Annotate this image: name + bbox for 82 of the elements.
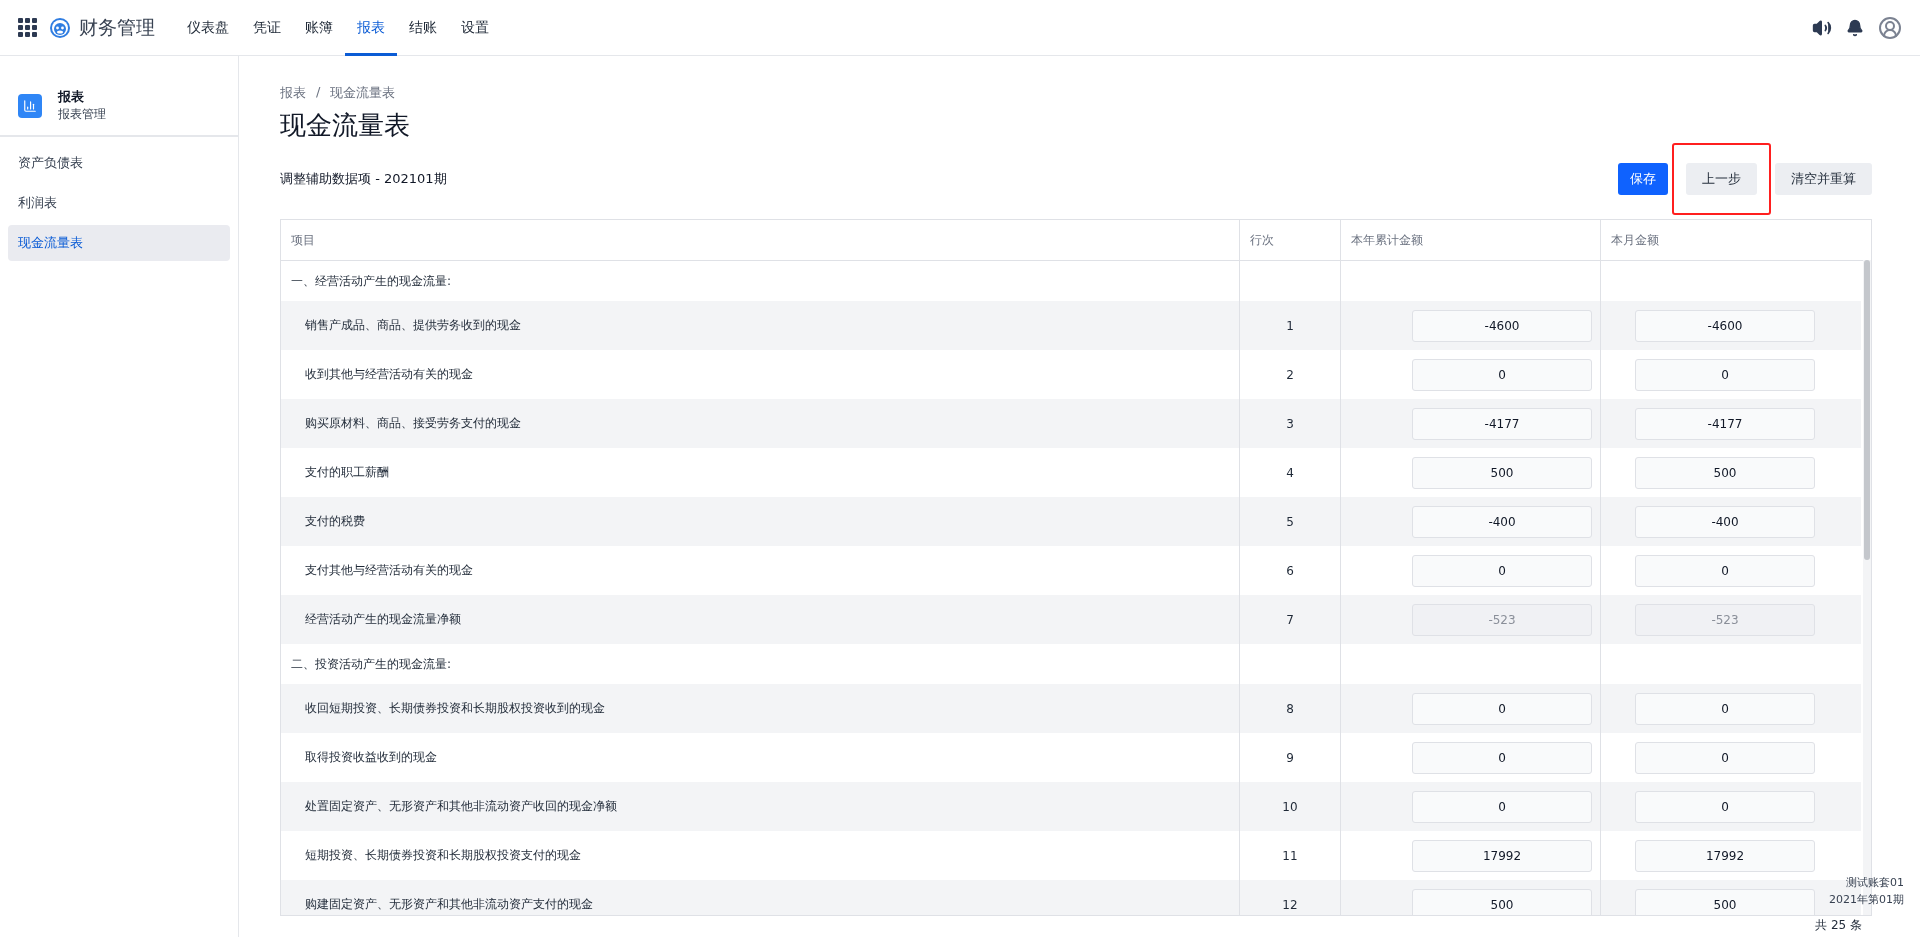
amount-input[interactable]: 0 — [1412, 554, 1592, 587]
account-name: 测试账套01 — [1846, 875, 1904, 890]
monkey-logo-icon — [49, 16, 71, 39]
column-header: 项目 — [281, 220, 1240, 260]
breadcrumb-link[interactable]: 报表 — [280, 84, 306, 102]
column-header: 本年累计金额 — [1341, 220, 1601, 260]
table-cell-text: 短期投资、长期债券投资和长期股权投资支付的现金 — [304, 847, 581, 864]
sidebar-item[interactable]: 资产负债表 — [8, 145, 230, 181]
amount-input[interactable]: 0 — [1412, 741, 1592, 774]
amount-input[interactable]: -4177 — [1635, 407, 1815, 440]
section-subtitle: 调整辅助数据项 - 202101期 — [280, 170, 447, 188]
total-count: 共 25 条 — [1815, 917, 1862, 934]
app-title: 财务管理 — [79, 14, 155, 40]
amount-input[interactable]: 0 — [1635, 554, 1815, 587]
amount-input[interactable]: 500 — [1635, 888, 1815, 915]
sidebar-item[interactable]: 利润表 — [8, 185, 230, 221]
table-cell-text: 支付的职工薪酬 — [304, 464, 389, 481]
nav-tab[interactable]: 账簿 — [293, 0, 345, 56]
save-button[interactable]: 保存 — [1618, 163, 1668, 195]
apps-grid-icon[interactable] — [18, 18, 37, 37]
table-cell-text: 取得投资收益收到的现金 — [304, 749, 437, 766]
line-number: 4 — [1286, 465, 1294, 480]
amount-input[interactable]: 500 — [1412, 456, 1592, 489]
amount-input[interactable]: -400 — [1412, 505, 1592, 538]
amount-input[interactable]: -400 — [1635, 505, 1815, 538]
nav-tab[interactable]: 仪表盘 — [175, 0, 241, 56]
breadcrumb-separator: / — [316, 84, 321, 101]
column-header: 行次 — [1240, 220, 1341, 260]
sidebar-item[interactable]: 现金流量表 — [8, 225, 230, 261]
nav-tab[interactable]: 设置 — [449, 0, 501, 56]
table-cell-text: 支付其他与经营活动有关的现金 — [304, 562, 473, 579]
line-number: 10 — [1282, 799, 1298, 814]
action-button[interactable]: 清空并重算 — [1775, 163, 1872, 195]
amount-input[interactable]: 17992 — [1412, 839, 1592, 872]
amount-input[interactable]: 0 — [1635, 790, 1815, 823]
bell-icon[interactable] — [1846, 18, 1864, 37]
speaker-icon[interactable] — [1812, 17, 1832, 38]
amount-input[interactable]: 0 — [1635, 358, 1815, 391]
line-number: 5 — [1286, 514, 1294, 529]
breadcrumb-link[interactable]: 现金流量表 — [330, 84, 396, 102]
line-number: 12 — [1282, 897, 1298, 912]
line-number: 7 — [1286, 612, 1294, 627]
action-button[interactable]: 上一步 — [1686, 163, 1757, 195]
table-cell-text: 支付的税费 — [304, 513, 365, 530]
line-number: 2 — [1286, 367, 1294, 382]
nav-tab[interactable]: 凭证 — [241, 0, 293, 56]
amount-input[interactable]: -4600 — [1635, 309, 1815, 342]
amount-input[interactable]: 17992 — [1635, 839, 1815, 872]
amount-input[interactable]: 0 — [1412, 790, 1592, 823]
amount-input[interactable]: -4177 — [1412, 407, 1592, 440]
user-avatar-icon[interactable] — [1878, 15, 1902, 40]
amount-input[interactable]: 0 — [1412, 692, 1592, 725]
table-cell-text: 经营活动产生的现金流量净额 — [304, 611, 461, 628]
chart-icon — [18, 93, 42, 118]
table-cell-text: 收到其他与经营活动有关的现金 — [304, 366, 473, 383]
table-cell-text: 处置固定资产、无形资产和其他非流动资产收回的现金净额 — [304, 798, 617, 815]
line-number: 11 — [1282, 848, 1298, 863]
table-cell-text: 收回短期投资、长期债券投资和长期股权投资收到的现金 — [304, 700, 605, 717]
amount-input[interactable]: 0 — [1635, 741, 1815, 774]
table-cell-text: 购建固定资产、无形资产和其他非流动资产支付的现金 — [304, 896, 593, 913]
column-header: 本月金额 — [1610, 231, 1660, 249]
line-number: 8 — [1286, 701, 1294, 716]
amount-input[interactable]: 0 — [1635, 692, 1815, 725]
nav-tab[interactable]: 结账 — [397, 0, 449, 56]
amount-input[interactable]: -4600 — [1412, 309, 1592, 342]
section-label: 一、经营活动产生的现金流量: — [290, 272, 452, 290]
line-number: 6 — [1286, 563, 1294, 578]
line-number: 1 — [1286, 318, 1294, 333]
line-number: 9 — [1286, 750, 1294, 765]
scrollbar-thumb[interactable] — [1864, 260, 1870, 560]
amount-input[interactable]: 500 — [1412, 888, 1592, 915]
nav-tab[interactable]: 报表 — [345, 0, 397, 56]
sidebar-title: 报表 — [58, 88, 85, 106]
account-period: 2021年第01期 — [1829, 892, 1904, 907]
section-label: 二、投资活动产生的现金流量: — [290, 655, 452, 673]
table-cell-text: 购买原材料、商品、接受劳务支付的现金 — [304, 415, 521, 432]
amount-input[interactable]: 0 — [1412, 358, 1592, 391]
page-title: 现金流量表 — [280, 109, 411, 142]
line-number: 3 — [1286, 416, 1294, 431]
sidebar-subtitle: 报表管理 — [58, 106, 106, 123]
table-cell-text: 销售产成品、商品、提供劳务收到的现金 — [304, 317, 521, 334]
amount-input[interactable]: 500 — [1635, 456, 1815, 489]
